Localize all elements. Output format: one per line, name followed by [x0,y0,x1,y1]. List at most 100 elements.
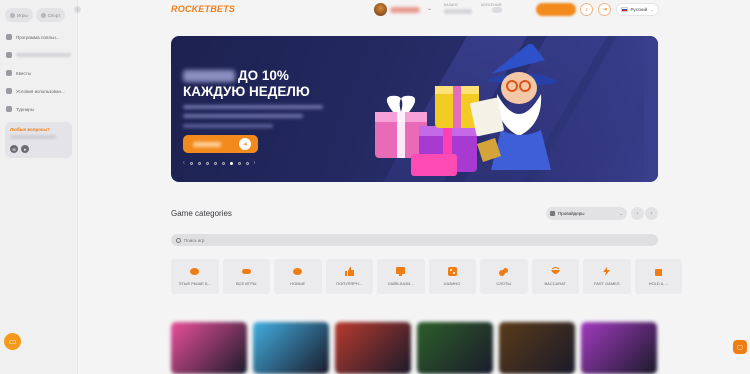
logout-icon: ⇥ [601,7,608,13]
game-search[interactable]: Поиск игр [171,234,658,246]
banner-cta-button[interactable]: ➜ [183,135,258,153]
banner-title-blurred [183,69,235,82]
slide-dot[interactable] [213,161,217,165]
categories-prev-button[interactable]: ‹ [631,207,644,220]
category-item[interactable]: ЛАЙВ-КАЗИ... [377,259,425,294]
chevron-down-icon: ⌄ [619,210,623,216]
avatar[interactable] [374,3,387,16]
providers-label: Провайдеры [558,211,585,216]
chip-icon [550,267,560,276]
language-select[interactable]: Русский ⌄ [616,3,659,16]
slide-dot[interactable] [237,161,241,165]
slide-dot[interactable] [205,161,209,165]
category-label: ВСЕ ИГРЫ [236,281,257,286]
slide-dot[interactable] [189,161,193,165]
sidebar-item-terms[interactable]: Условия использован... [0,82,77,100]
category-item[interactable]: HOLD & ... [634,259,682,294]
next-slide-icon[interactable]: › [254,160,256,166]
chat-icon: ▭ [8,337,17,346]
game-thumbnail[interactable] [417,322,493,374]
deposit-button[interactable] [536,3,576,16]
promo-banner[interactable]: ДО 10% КАЖДУЮ НЕДЕЛЮ ➜ ‹ › [171,36,658,182]
category-label: ЛАЙВ-КАЗИ... [387,281,414,286]
logo[interactable]: ROCKETBETS [171,4,235,14]
search-placeholder: Поиск игр [184,237,205,243]
star-icon [6,52,12,58]
header: ROCKETBETS ⌄ БАЛАНС БОНУСНЫЙ ♪ ⇥ Русский… [78,0,750,20]
bag-icon [654,267,663,276]
notifications-button[interactable]: ♪ [580,3,593,16]
banner-subtitle: КАЖДУЮ НЕДЕЛЮ [183,84,310,99]
category-label: HOLD & ... [648,281,668,286]
categories-next-button[interactable]: › [645,207,658,220]
balance-toggle[interactable] [492,7,502,13]
username-blurred[interactable] [390,7,420,13]
bonus-label: БОНУСНЫЙ [481,3,502,7]
gamepad-icon [10,12,15,18]
category-item[interactable]: КАЗИНО [428,259,476,294]
category-item[interactable]: FAST GAMES [583,259,631,294]
sidebar-item-quests[interactable]: Квесты [0,64,77,82]
category-label: СЛОТЫ [496,281,511,286]
sidebar-nav: Программа лояльн... Квесты Условия испол… [0,28,77,118]
crown-icon [6,34,12,40]
category-label: НОВЫЕ [290,281,306,286]
new-badge-icon [293,267,303,276]
bell-icon: ♪ [585,6,588,13]
slide-dot[interactable] [221,161,225,165]
balance-label: БАЛАНС [444,3,459,7]
banner-title: ДО 10% [183,68,289,83]
dice-icon [447,267,457,276]
document-icon [6,88,12,94]
sidebar-item-loyalty[interactable]: Программа лояльн... [0,28,77,46]
chevron-down-icon[interactable]: ⌄ [427,5,432,12]
category-item[interactable]: BACCARAT [531,259,579,294]
sidebar-item-label: Турниры [16,106,34,112]
providers-dropdown[interactable]: Провайдеры ⌄ [546,207,627,220]
tab-sport[interactable]: Спорт [35,8,66,22]
slide-dot-active[interactable] [229,161,233,165]
game-thumbnail[interactable] [335,322,411,374]
support-chat-button[interactable]: ▢ [733,340,747,354]
russian-flag-icon [621,7,628,12]
banner-pagination: ‹ › [183,160,255,166]
email-icon[interactable]: ✉ [10,145,18,153]
category-item[interactable]: ВСЕ ИГРЫ [222,259,270,294]
category-item[interactable]: НОВЫЕ [274,259,322,294]
categories-title: Game categories [171,209,232,218]
category-label: ПОПУЛЯРН... [336,281,363,286]
language-label: Русский [630,7,648,12]
prev-slide-icon[interactable]: ‹ [183,160,185,166]
help-box: Любые вопросы? ✉ ➤ [5,122,72,158]
telegram-icon[interactable]: ➤ [21,145,29,153]
banner-text-blurred [183,105,323,109]
game-thumbnail[interactable] [171,322,247,374]
sidebar-item-label: Квесты [16,70,32,76]
grid-icon [550,211,555,216]
sidebar-item-hidden[interactable] [0,46,77,64]
category-item[interactable]: ПОПУЛЯРН... [325,259,373,294]
game-thumbnail[interactable] [253,322,329,374]
slide-dot[interactable] [245,161,249,165]
chat-icon: ▢ [737,344,743,351]
help-contacts: ✉ ➤ [10,145,67,153]
balance-value-blurred [444,9,472,14]
orange-badge-icon [190,267,200,276]
game-thumbnail[interactable] [499,322,575,374]
chat-button[interactable]: ▭ [4,333,21,350]
banner-text-blurred [183,114,303,118]
thumbs-up-icon [344,267,354,276]
sidebar-item-label: Программа лояльн... [16,34,60,40]
category-item[interactable]: ЭТЫЕ РЫШЕ Б... [171,259,219,294]
logout-button[interactable]: ⇥ [598,3,611,16]
category-item[interactable]: СЛОТЫ [480,259,528,294]
game-thumbnail[interactable] [581,322,657,374]
slide-dot[interactable] [197,161,201,165]
gamepad-icon [241,267,251,276]
sidebar-item-label: Условия использован... [16,88,65,94]
search-icon [176,237,181,243]
sidebar-item-tournaments[interactable]: Турниры [0,100,77,118]
help-title: Любые вопросы? [10,127,51,132]
banner-edge [644,36,658,182]
tab-games[interactable]: Игры [5,8,33,22]
